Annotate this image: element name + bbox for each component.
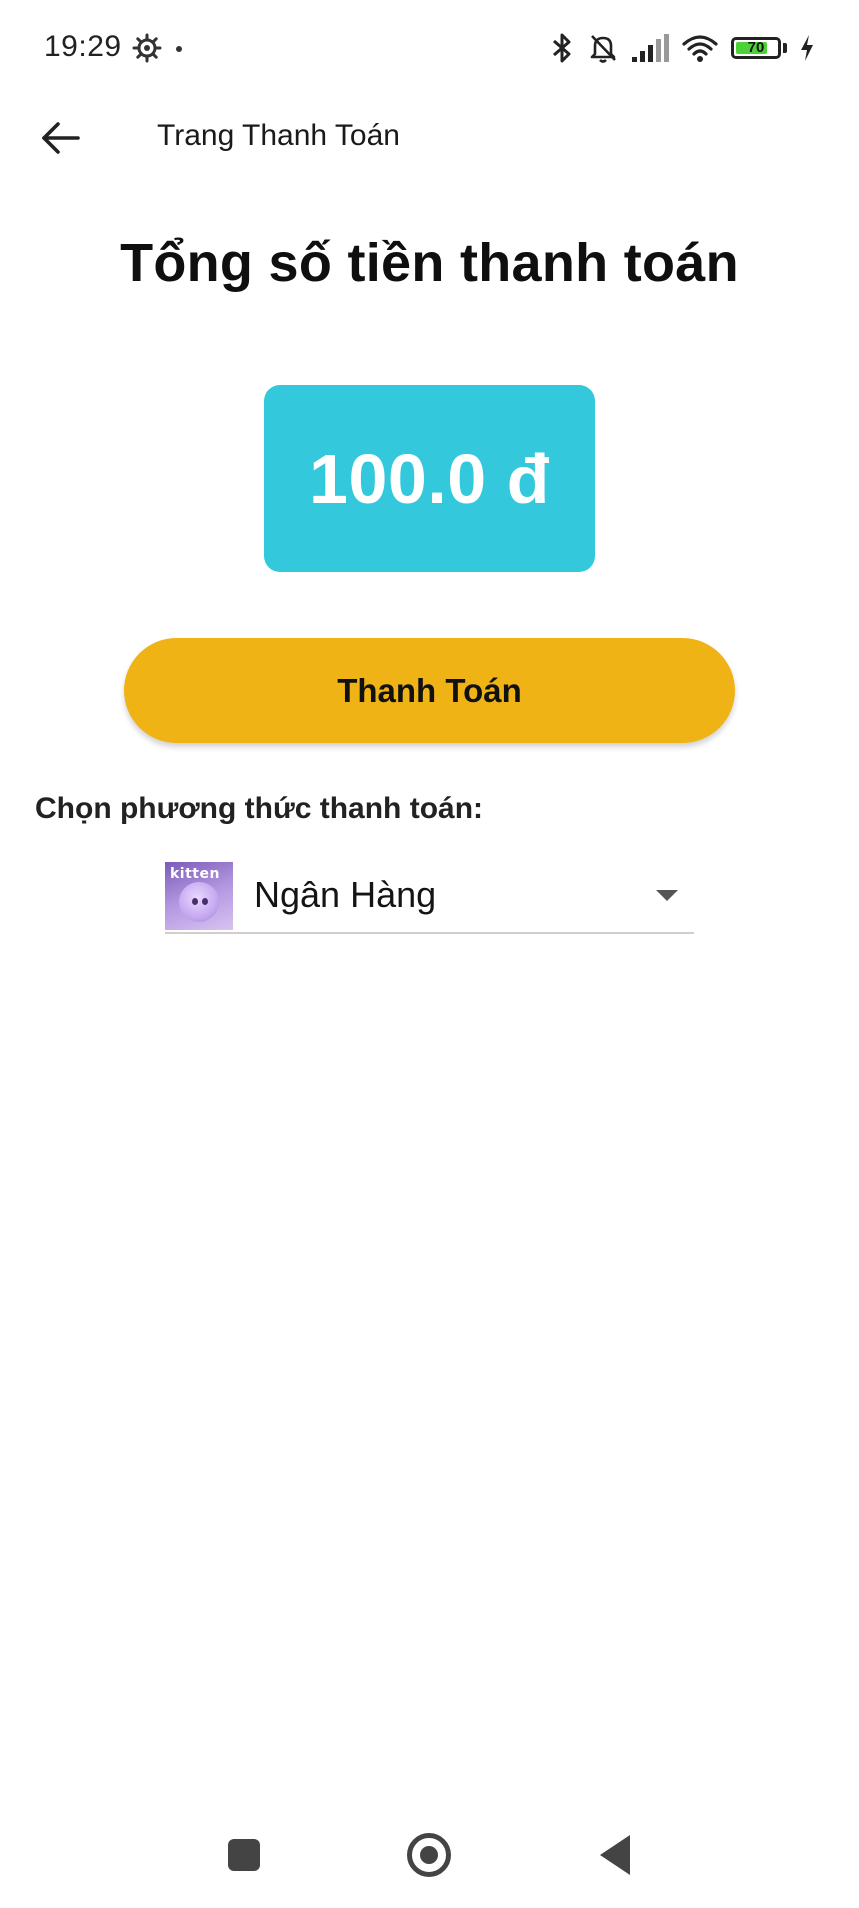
payment-method-dropdown[interactable]: kitten Ngân Hàng (165, 862, 694, 934)
status-time: 19:29 (44, 30, 122, 63)
payment-method-value: Ngân Hàng (254, 874, 437, 915)
system-nav-bar (0, 1810, 859, 1908)
page-title: Trang Thanh Toán (157, 119, 400, 152)
back-triangle-icon[interactable] (600, 1835, 630, 1875)
total-amount-heading: Tổng số tiền thanh toán (120, 233, 739, 293)
payment-method-thumbnail: kitten (165, 862, 233, 930)
wifi-icon (681, 33, 719, 63)
status-bar: 19:29 70 (0, 0, 859, 96)
dropdown-arrow-icon (656, 890, 678, 901)
charging-icon (799, 34, 815, 62)
home-circle-icon[interactable] (407, 1833, 451, 1877)
payment-method-label: Chọn phương thức thanh toán: (35, 792, 484, 825)
arrow-left-icon (40, 121, 80, 160)
settings-gear-icon (132, 33, 162, 63)
signal-icon (631, 33, 669, 63)
pay-button[interactable]: Thanh Toán (124, 638, 735, 743)
amount-display: 100.0 đ (264, 385, 595, 572)
notification-dot-icon (176, 46, 182, 52)
recents-square-icon[interactable] (228, 1839, 260, 1871)
bluetooth-icon (549, 32, 575, 64)
status-icons: 70 (549, 30, 815, 66)
app-bar: Trang Thanh Toán (0, 96, 859, 176)
battery-icon: 70 (731, 37, 781, 59)
back-button[interactable] (30, 110, 90, 170)
battery-level: 70 (747, 39, 765, 56)
pay-button-label: Thanh Toán (337, 671, 522, 709)
thumbnail-text: kitten (170, 866, 220, 882)
battery-cap (783, 43, 787, 53)
mute-bell-icon (587, 32, 619, 64)
amount-value: 100.0 đ (309, 439, 550, 518)
